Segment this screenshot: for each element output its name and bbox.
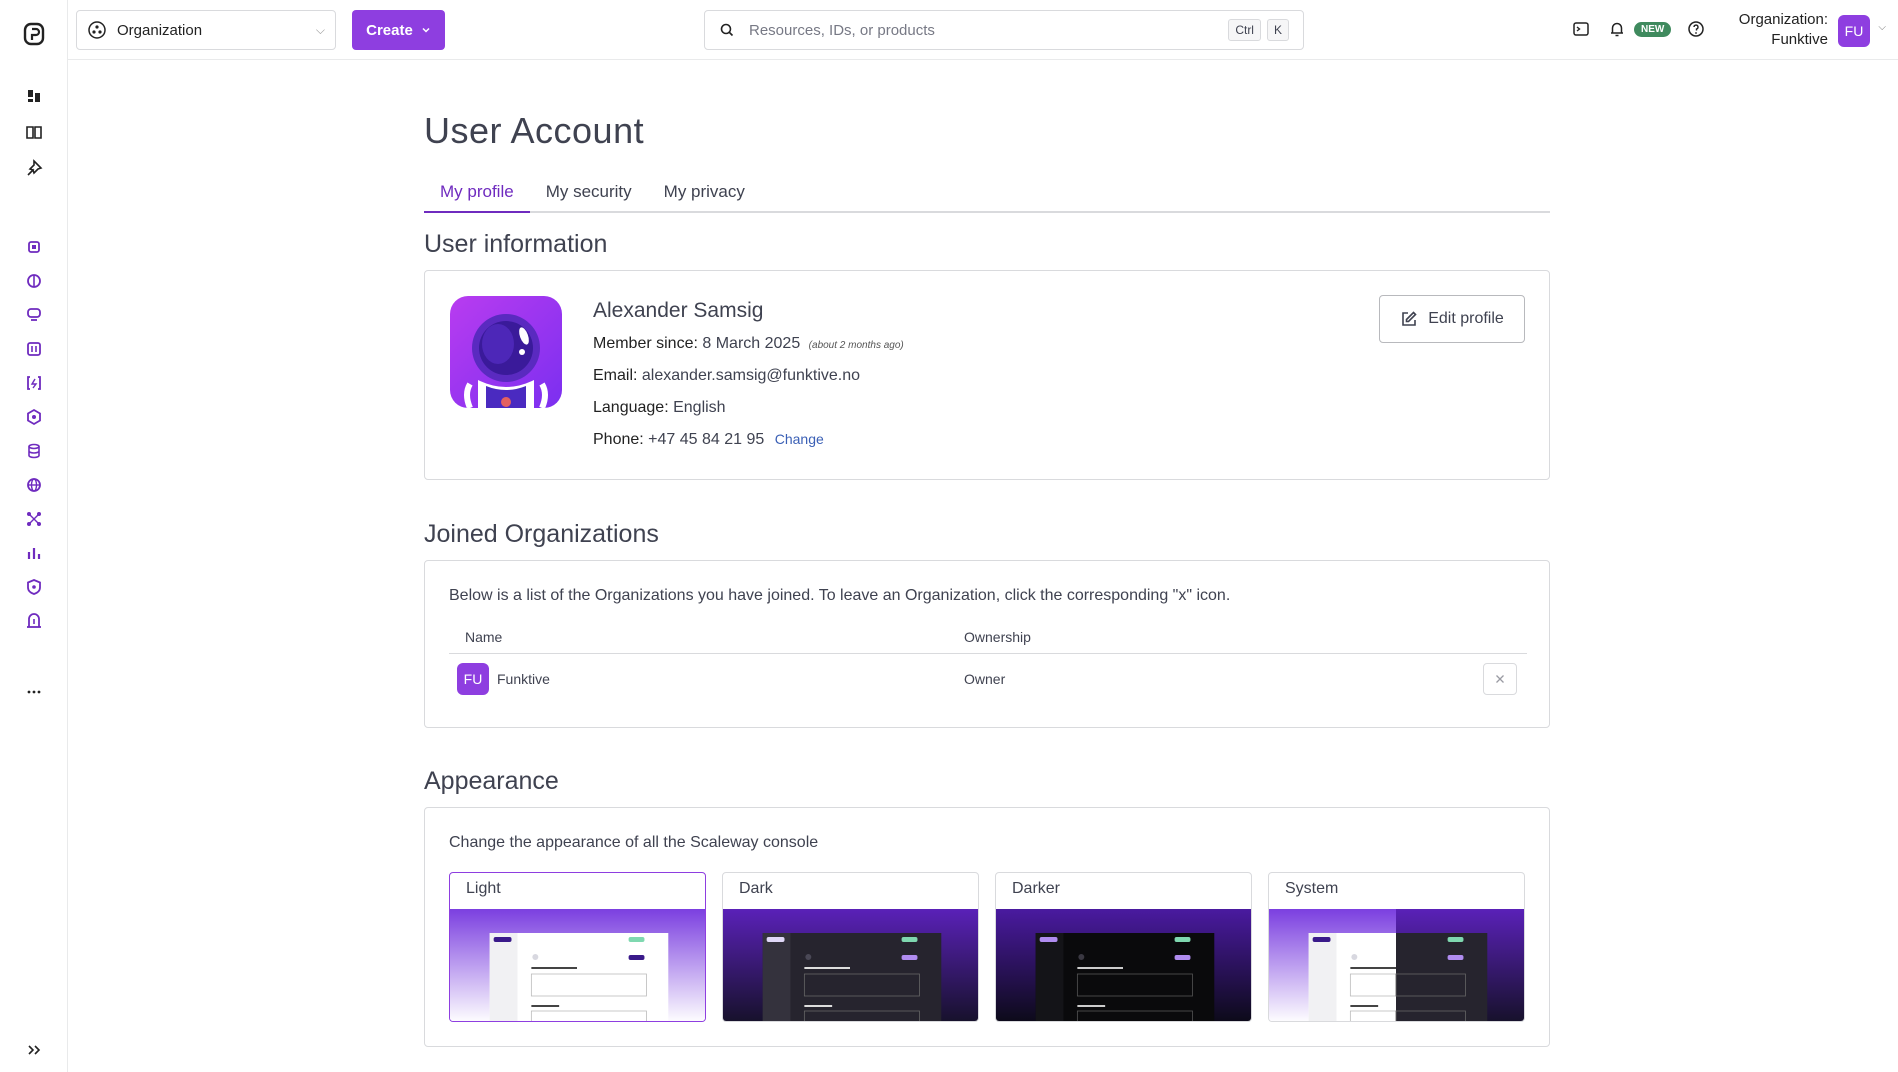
organization-row-name: Funktive: [497, 671, 550, 687]
organization-avatar: FU: [457, 663, 489, 695]
joined-organizations-card: Below is a list of the Organizations you…: [424, 560, 1550, 728]
theme-darker-label: Darker: [1012, 880, 1061, 897]
compute-icon[interactable]: [24, 237, 44, 257]
edit-profile-label: Edit profile: [1428, 310, 1504, 327]
organization-select[interactable]: Organization ⌵: [76, 10, 336, 50]
integration-icon[interactable]: [24, 509, 44, 529]
column-name: Name: [465, 629, 503, 645]
organizations-table: Name Ownership FU Funktive Owner: [449, 621, 1527, 704]
user-name: Alexander Samsig: [593, 299, 764, 322]
database-icon[interactable]: [24, 441, 44, 461]
page-title: User Account: [424, 110, 645, 151]
terminal-icon[interactable]: [1570, 18, 1592, 40]
theme-dark-preview: [723, 909, 978, 1021]
expand-sidebar-icon[interactable]: [24, 1040, 44, 1060]
email: Email: alexander.samsig@funktive.no: [593, 367, 860, 385]
sidebar: [0, 0, 68, 1072]
create-button[interactable]: Create: [352, 10, 445, 50]
organization-name: Funktive: [1771, 31, 1828, 48]
joined-organizations-title: Joined Organizations: [424, 520, 659, 548]
organization-prefix: Organization:: [1738, 11, 1828, 28]
member-since-value: 8 March 2025: [702, 335, 801, 352]
avatar[interactable]: FU: [1838, 15, 1870, 47]
phone: Phone: +47 45 84 21 95 Change: [593, 431, 824, 449]
theme-darker-preview: [996, 909, 1251, 1021]
user-information-title: User information: [424, 230, 608, 258]
help-icon[interactable]: [1685, 18, 1707, 40]
organizations-description: Below is a list of the Organizations you…: [449, 587, 1231, 604]
tab-my-profile[interactable]: My profile: [424, 180, 530, 213]
language: Language: English: [593, 399, 726, 417]
notification-bell-icon[interactable]: [1606, 18, 1628, 40]
observability-icon[interactable]: [24, 543, 44, 563]
ai-icon[interactable]: [24, 271, 44, 291]
k-key-hint: K: [1266, 19, 1289, 41]
appearance-description: Change the appearance of all the Scalewa…: [449, 834, 819, 851]
ctrl-key-hint: Ctrl: [1228, 19, 1261, 41]
theme-system-option[interactable]: System: [1268, 872, 1525, 1022]
member-since-label: Member since:: [593, 335, 698, 352]
dashboard-icon[interactable]: [24, 86, 44, 106]
organization-icon: [88, 21, 106, 39]
theme-dark-label: Dark: [739, 880, 773, 897]
profile-avatar: [450, 296, 562, 408]
user-information-card: Alexander Samsig Member since: 8 March 2…: [424, 270, 1550, 480]
search-icon: [720, 23, 734, 37]
bare-metal-icon[interactable]: [24, 305, 44, 325]
change-phone-link[interactable]: Change: [775, 431, 824, 447]
theme-options: Light Dark Darker System: [449, 872, 1525, 1022]
phone-label: Phone:: [593, 431, 644, 448]
phone-value: +47 45 84 21 95: [648, 431, 765, 448]
chevron-down-icon: [422, 27, 430, 33]
tab-my-privacy[interactable]: My privacy: [648, 180, 761, 213]
chevron-down-icon[interactable]: ⌵: [1878, 22, 1886, 33]
organization-cell: FU Funktive: [449, 663, 964, 695]
theme-light-label: Light: [466, 880, 501, 897]
containers-icon[interactable]: [24, 339, 44, 359]
table-row: FU Funktive Owner: [449, 654, 1527, 704]
search-input[interactable]: [749, 21, 1223, 39]
organization-select-label: Organization: [117, 21, 203, 39]
theme-system-label: System: [1285, 880, 1339, 897]
current-organization[interactable]: Organization: Funktive: [1739, 10, 1828, 50]
tabs: My profile My security My privacy: [424, 180, 1550, 213]
edit-profile-button[interactable]: Edit profile: [1379, 295, 1525, 343]
kubernetes-icon[interactable]: [24, 407, 44, 427]
network-globe-icon[interactable]: [24, 475, 44, 495]
theme-darker-option[interactable]: Darker: [995, 872, 1252, 1022]
serverless-icon[interactable]: [24, 373, 44, 393]
table-header: Name Ownership: [449, 621, 1527, 654]
language-value: English: [673, 399, 726, 416]
theme-light-preview: [450, 909, 705, 1021]
email-label: Email:: [593, 367, 638, 384]
ownership-cell: Owner: [964, 671, 1006, 687]
tab-my-security[interactable]: My security: [530, 180, 648, 213]
topbar-icons: NEW: [1570, 18, 1707, 40]
documentation-icon[interactable]: [24, 122, 44, 142]
pin-icon[interactable]: [24, 158, 44, 178]
security-shield-icon[interactable]: [24, 577, 44, 597]
chevron-down-icon: ⌵: [315, 22, 325, 37]
member-since: Member since: 8 March 2025 (about 2 mont…: [593, 335, 904, 353]
member-since-relative: (about 2 months ago): [808, 340, 904, 351]
language-label: Language:: [593, 399, 669, 416]
edit-icon: [1402, 311, 1417, 326]
theme-system-preview: [1269, 909, 1524, 1021]
appearance-title: Appearance: [424, 767, 559, 795]
billing-icon[interactable]: [24, 611, 44, 631]
new-badge: NEW: [1634, 21, 1672, 37]
search-bar[interactable]: Ctrl K: [704, 10, 1304, 50]
leave-organization-button[interactable]: [1483, 663, 1517, 695]
email-value: alexander.samsig@funktive.no: [641, 367, 861, 384]
theme-dark-option[interactable]: Dark: [722, 872, 979, 1022]
appearance-card: Change the appearance of all the Scalewa…: [424, 807, 1550, 1047]
more-icon[interactable]: [24, 682, 44, 702]
column-ownership: Ownership: [964, 629, 1031, 645]
scaleway-logo-icon[interactable]: [22, 22, 46, 46]
topbar: Organization ⌵ Create Ctrl K NEW Organiz…: [68, 0, 1898, 60]
create-button-label: Create: [366, 21, 413, 39]
close-icon: [1496, 675, 1504, 683]
theme-light-option[interactable]: Light: [449, 872, 706, 1022]
